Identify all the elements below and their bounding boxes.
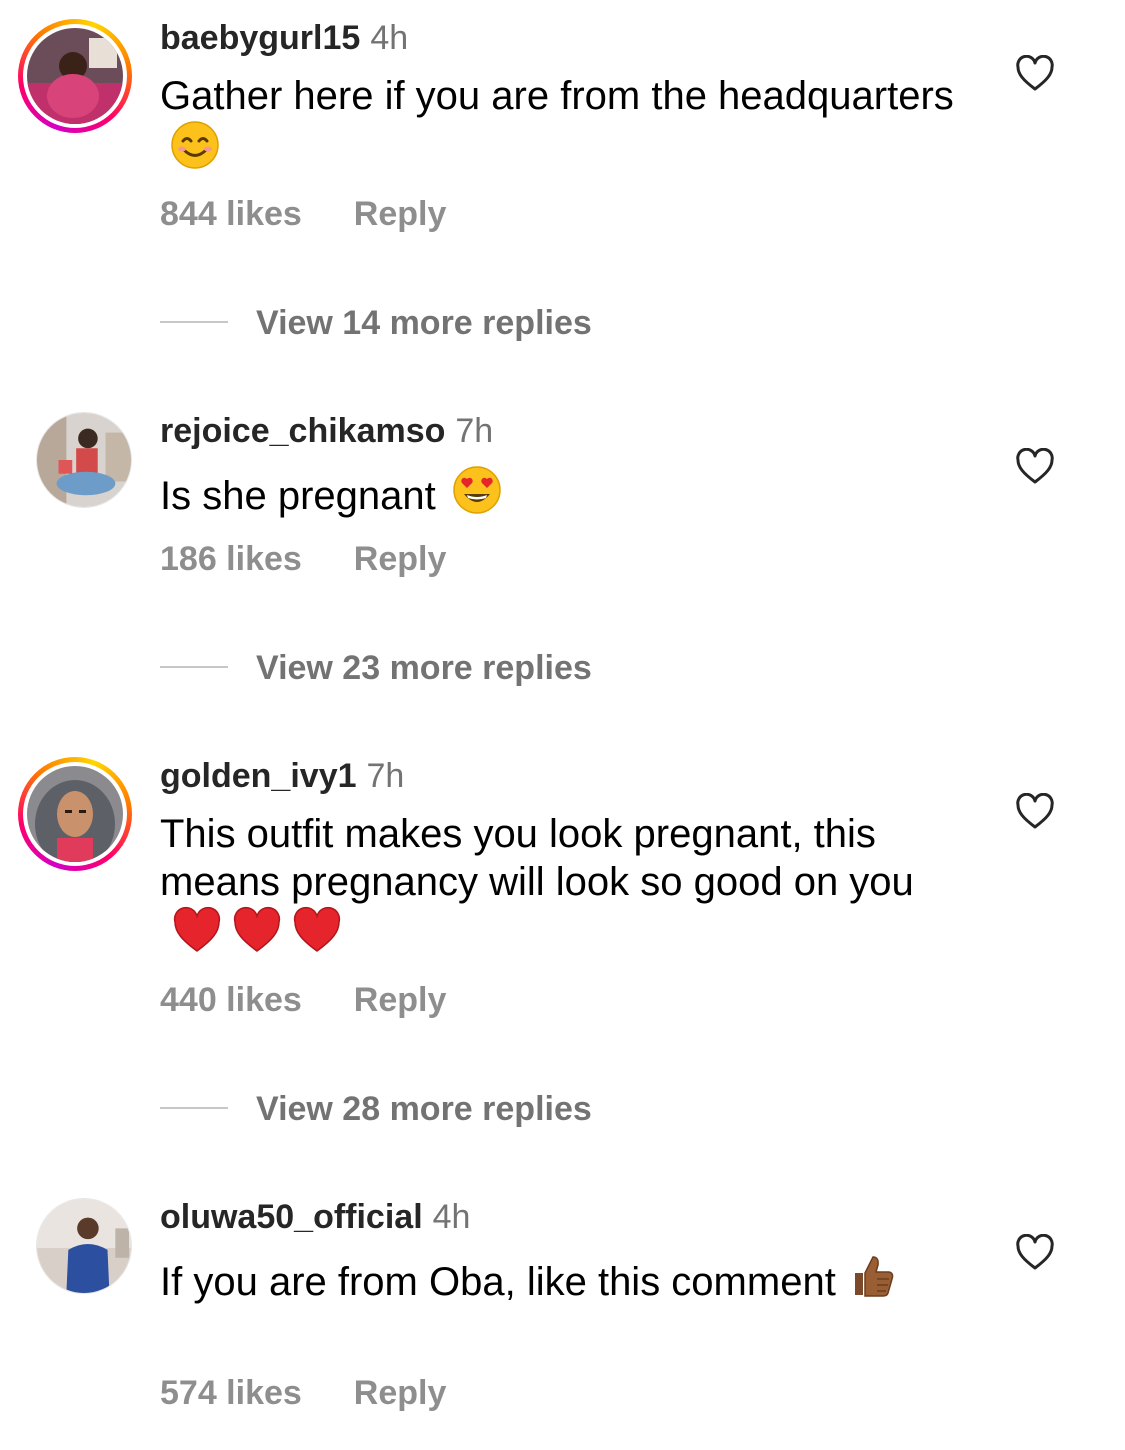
username-link[interactable]: baebygurl15: [160, 19, 360, 57]
like-heart-icon[interactable]: [1015, 55, 1055, 93]
comment-header: golden_ivy1 7h: [160, 756, 404, 796]
reply-button[interactable]: Reply: [354, 195, 447, 233]
username-link[interactable]: rejoice_chikamso: [160, 412, 445, 450]
avatar-story-ring[interactable]: [18, 19, 132, 133]
avatar[interactable]: [36, 1198, 132, 1294]
avatar: [27, 28, 123, 124]
comment-time: 7h: [455, 412, 494, 450]
comment-actions: 844 likes Reply: [160, 194, 446, 234]
avatar: [27, 766, 123, 862]
comment-actions: 186 likes Reply: [160, 539, 446, 579]
comment-header: baebygurl15 4h: [160, 18, 408, 58]
comment-text: This outfit makes you look pregnant, thi…: [160, 810, 960, 961]
red-heart-icon: [232, 906, 282, 956]
view-more-replies[interactable]: View 14 more replies: [160, 303, 592, 343]
comment-text-body: Gather here if you are from the headquar…: [160, 74, 954, 118]
reply-button[interactable]: Reply: [354, 540, 447, 578]
reply-button[interactable]: Reply: [354, 1374, 447, 1412]
thumbs-up-icon: [847, 1251, 897, 1301]
like-heart-icon[interactable]: [1015, 448, 1055, 486]
comment-header: rejoice_chikamso 7h: [160, 411, 493, 451]
comment-text: If you are from Oba, like this comment: [160, 1251, 920, 1306]
likes-count[interactable]: 186 likes: [160, 540, 302, 578]
like-heart-icon[interactable]: [1015, 793, 1055, 831]
username-link[interactable]: oluwa50_official: [160, 1198, 423, 1236]
view-more-replies-label: View 23 more replies: [256, 649, 592, 687]
comment-actions: 574 likes Reply: [160, 1373, 446, 1413]
comment-text-body: Is she pregnant: [160, 474, 436, 518]
replies-divider: [160, 666, 228, 668]
comment-text-body: This outfit makes you look pregnant, thi…: [160, 812, 914, 904]
avatar-story-ring[interactable]: [18, 757, 132, 871]
red-heart-icon: [292, 906, 342, 956]
avatar[interactable]: [36, 412, 132, 508]
view-more-replies[interactable]: View 28 more replies: [160, 1089, 592, 1129]
comment-actions: 440 likes Reply: [160, 980, 446, 1020]
comment-time: 4h: [370, 19, 409, 57]
comment-text: Is she pregnant: [160, 465, 980, 520]
comment-text-body: If you are from Oba, like this comment: [160, 1260, 836, 1304]
replies-divider: [160, 1107, 228, 1109]
comment-time: 7h: [366, 757, 405, 795]
likes-count[interactable]: 574 likes: [160, 1374, 302, 1412]
view-more-replies[interactable]: View 23 more replies: [160, 648, 592, 688]
smiling-face-icon: [170, 120, 220, 170]
view-more-replies-label: View 28 more replies: [256, 1090, 592, 1128]
red-heart-icon: [172, 906, 222, 956]
view-more-replies-label: View 14 more replies: [256, 304, 592, 342]
comment-header: oluwa50_official 4h: [160, 1197, 470, 1237]
heart-eyes-face-icon: [452, 465, 502, 515]
reply-button[interactable]: Reply: [354, 981, 447, 1019]
like-heart-icon[interactable]: [1015, 1234, 1055, 1272]
username-link[interactable]: golden_ivy1: [160, 757, 357, 795]
likes-count[interactable]: 844 likes: [160, 195, 302, 233]
replies-divider: [160, 321, 228, 323]
likes-count[interactable]: 440 likes: [160, 981, 302, 1019]
comment-time: 4h: [432, 1198, 471, 1236]
comment-text: Gather here if you are from the headquar…: [160, 72, 980, 175]
